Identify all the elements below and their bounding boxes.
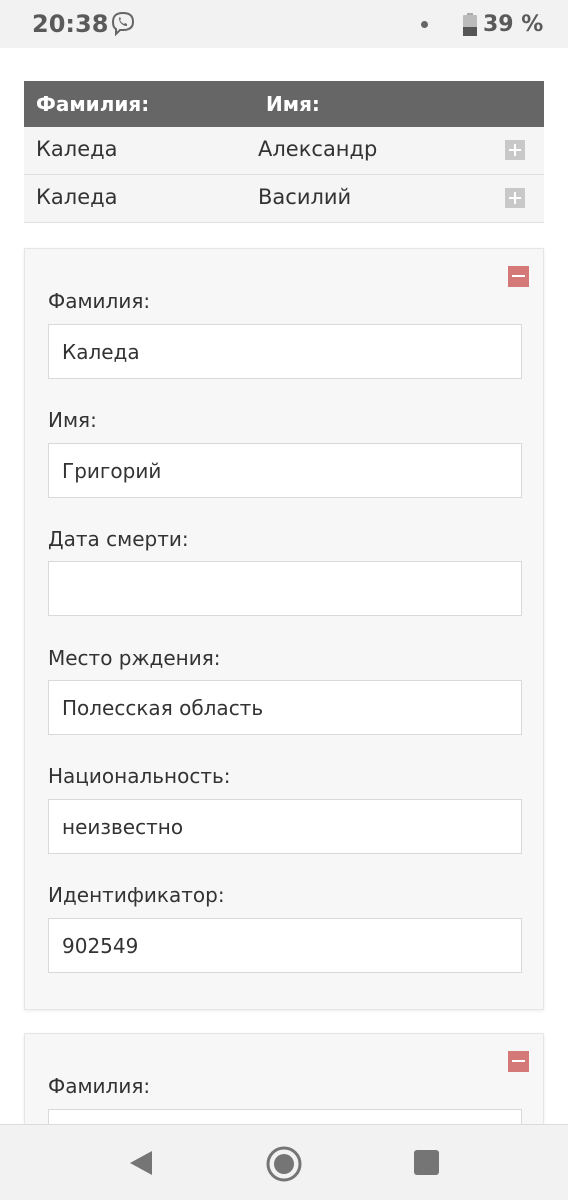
table-row[interactable]: Каледа Василий [24, 175, 544, 223]
navigation-bar [0, 1124, 568, 1200]
identifier-input[interactable] [48, 918, 522, 973]
nationality-label: Национальность: [48, 764, 231, 788]
row-last-name: Каледа [36, 137, 118, 161]
collapse-minus-icon[interactable] [508, 266, 529, 287]
battery-percent: 39 % [483, 12, 544, 37]
home-icon[interactable] [265, 1145, 303, 1183]
relatives-table: Фамилия: Имя: Каледа Александр Каледа Ва… [24, 81, 544, 223]
death-date-label: Дата смерти: [48, 527, 189, 551]
last-name-input[interactable] [48, 1109, 522, 1124]
battery-icon [463, 13, 477, 36]
header-first-name: Имя: [266, 92, 320, 116]
person-card: Фамилия: Имя: Дата смерти: Место рждения… [24, 248, 544, 1010]
status-time: 20:38 [32, 10, 109, 38]
nationality-input[interactable] [48, 799, 522, 854]
person-card: Фамилия: [24, 1033, 544, 1124]
row-last-name: Каледа [36, 185, 118, 209]
last-name-label: Фамилия: [48, 289, 151, 313]
death-date-input[interactable] [48, 561, 522, 616]
header-last-name: Фамилия: [36, 92, 150, 116]
back-icon[interactable] [128, 1149, 154, 1177]
first-name-input[interactable] [48, 443, 522, 498]
birth-place-input[interactable] [48, 680, 522, 735]
row-first-name: Александр [258, 137, 378, 161]
expand-plus-icon[interactable] [505, 140, 525, 160]
viber-icon [111, 11, 135, 37]
collapse-minus-icon[interactable] [508, 1051, 529, 1072]
last-name-input[interactable] [48, 324, 522, 379]
row-first-name: Василий [258, 185, 352, 209]
identifier-label: Идентификатор: [48, 883, 225, 907]
status-bar: 20:38 39 % [0, 0, 568, 48]
table-header: Фамилия: Имя: [24, 81, 544, 127]
notification-dot-icon [421, 21, 428, 28]
page-content: Фамилия: Имя: Каледа Александр Каледа Ва… [0, 48, 568, 1124]
table-row[interactable]: Каледа Александр [24, 127, 544, 175]
birth-place-label: Место рждения: [48, 646, 221, 670]
expand-plus-icon[interactable] [505, 188, 525, 208]
recent-apps-icon[interactable] [414, 1150, 439, 1175]
last-name-label: Фамилия: [48, 1074, 151, 1098]
first-name-label: Имя: [48, 408, 97, 432]
